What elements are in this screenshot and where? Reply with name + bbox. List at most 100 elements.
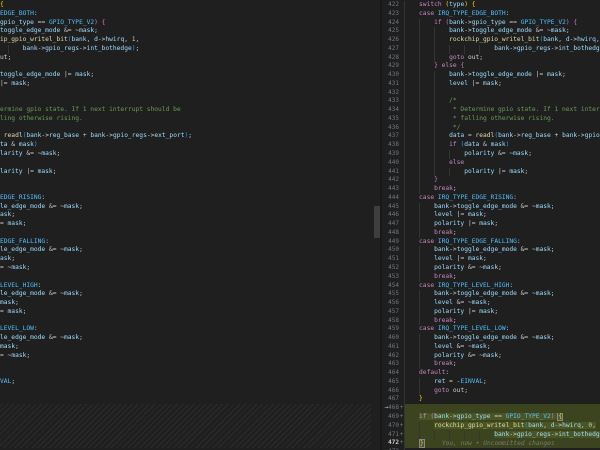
line-number[interactable]: 443	[382, 185, 399, 194]
code-line[interactable]: 434 * Determine gpio state. If 1 next in…	[382, 106, 600, 115]
code-line[interactable]: 450bank->toggle_edge_mode &= ~mask;	[382, 246, 600, 255]
code-line[interactable]: level |= mask;	[0, 80, 371, 89]
code-line[interactable]: polarity |= mask;	[0, 168, 371, 177]
code-line[interactable]: 442}	[382, 176, 600, 185]
code-content[interactable]	[0, 89, 371, 98]
code-line[interactable]: 447polarity |= mask;	[382, 220, 600, 229]
code-line[interactable]: 437 data = readl(bank->reg_base + bank->g…	[382, 132, 600, 141]
code-content[interactable]: bank->gpio_regs->int_bothedge);	[404, 431, 600, 440]
code-line[interactable]: 463break;	[382, 360, 600, 369]
code-line[interactable]: 458break;	[382, 317, 600, 326]
code-line[interactable]: 472+}You, now • Uncommitted changes	[382, 439, 600, 448]
code-content[interactable]: bank->toggle_edge_mode &= ~mask;	[0, 290, 371, 299]
code-line[interactable]: 445bank->toggle_edge_mode &= ~mask;	[382, 203, 600, 212]
line-number[interactable]: 452	[382, 264, 399, 273]
code-content[interactable]: /*	[404, 97, 600, 106]
code-line[interactable]: }	[0, 176, 371, 185]
code-content[interactable]: break;	[404, 360, 600, 369]
code-content[interactable]: level &= ~mask;	[0, 343, 371, 352]
line-number[interactable]: 426	[382, 36, 399, 45]
code-content[interactable]: bank->toggle_edge_mode &= ~mask;	[0, 27, 371, 36]
code-content[interactable]: if (data & mask)	[0, 141, 371, 150]
line-number[interactable]: 428	[382, 54, 399, 63]
code-content[interactable]: /*	[0, 97, 371, 106]
code-line[interactable]: 429} else {	[382, 62, 600, 71]
line-number[interactable]: 431	[382, 80, 399, 89]
code-content[interactable]: data = readl(bank->reg_base + bank->gpio…	[404, 132, 600, 141]
code-line[interactable]: 426rockchip_gpio_writel_bit(bank, d->hwi…	[382, 36, 600, 45]
code-line[interactable]: 431level |= mask;	[382, 80, 600, 89]
line-number[interactable]: 439	[382, 150, 399, 159]
code-line[interactable]: data = readl(bank->reg_base + bank->gpio…	[0, 132, 371, 141]
code-content[interactable]: data = readl(bank->reg_base + bank->gpio…	[0, 132, 371, 141]
code-content[interactable]: } else {	[0, 62, 371, 71]
code-line[interactable]: level |= mask;	[0, 211, 371, 220]
code-line[interactable]: polarity &= ~mask;	[0, 352, 371, 361]
code-content[interactable]: * Determine gpio state. If 1 next interr…	[0, 106, 371, 115]
line-number[interactable]: 427	[382, 45, 399, 54]
code-line[interactable]: break;	[0, 185, 371, 194]
code-content[interactable]: bank->toggle_edge_mode |= mask;	[404, 71, 600, 80]
code-line[interactable]: break;	[0, 273, 371, 282]
code-line[interactable]: bank->toggle_edge_mode &= ~mask;	[0, 334, 371, 343]
code-content[interactable]: break;	[404, 317, 600, 326]
code-line[interactable]: 454case IRQ_TYPE_LEVEL_HIGH:	[382, 282, 600, 291]
code-line[interactable]	[0, 89, 371, 98]
code-line[interactable]: break;	[0, 229, 371, 238]
code-line[interactable]: if (bank->gpio_type == GPIO_TYPE_V2) {	[0, 19, 371, 28]
code-line[interactable]: 430 bank->toggle_edge_mode |= mask;	[382, 71, 600, 80]
code-content[interactable]: polarity &= ~mask;	[0, 264, 371, 273]
code-line[interactable]: 443break;	[382, 185, 600, 194]
code-line[interactable]: level |= mask;	[0, 255, 371, 264]
line-number[interactable]: 423	[382, 10, 399, 19]
code-line[interactable]: 453break;	[382, 273, 600, 282]
code-line[interactable]: bank->toggle_edge_mode &= ~mask;	[0, 27, 371, 36]
code-line[interactable]: if (data & mask)	[0, 141, 371, 150]
code-line[interactable]: 424if (bank->gpio_type == GPIO_TYPE_V2) …	[382, 19, 600, 28]
code-content[interactable]: polarity &= ~mask;	[404, 352, 600, 361]
line-number[interactable]: 453	[382, 273, 399, 282]
code-content[interactable]: polarity |= mask;	[0, 220, 371, 229]
code-line[interactable]: case IRQ_TYPE_LEVEL_HIGH:	[0, 282, 371, 291]
line-number[interactable]: 467	[382, 395, 399, 404]
code-content[interactable]	[404, 404, 600, 413]
code-content[interactable]: bank->toggle_edge_mode &= ~mask;	[404, 27, 600, 36]
code-content[interactable]: }	[404, 176, 600, 185]
line-number[interactable]: 464	[382, 369, 399, 378]
code-content[interactable]: if (bank->gpio_type == GPIO_TYPE_V2) {	[404, 413, 600, 422]
code-content[interactable]: goto out;	[0, 387, 371, 396]
code-line[interactable]: }	[0, 395, 371, 404]
line-number[interactable]: 437	[382, 132, 399, 141]
line-number[interactable]: 430	[382, 71, 399, 80]
code-content[interactable]: }	[404, 395, 600, 404]
code-content[interactable]: else	[404, 159, 600, 168]
code-content[interactable]: break;	[0, 273, 371, 282]
code-content[interactable]: if (data & mask)	[404, 141, 600, 150]
code-content[interactable]: polarity |= mask;	[0, 308, 371, 317]
line-number[interactable]: 422	[382, 1, 399, 10]
code-content[interactable]: default:	[404, 369, 600, 378]
code-content[interactable]: rockchip_gpio_writel_bit(bank, d->hwirq,…	[404, 422, 600, 431]
code-line[interactable]: 460bank->toggle_edge_mode &= ~mask;	[382, 334, 600, 343]
code-line[interactable]: case IRQ_TYPE_EDGE_RISING:	[0, 194, 371, 203]
code-line[interactable]: else	[0, 159, 371, 168]
code-content[interactable]: bank->toggle_edge_mode &= ~mask;	[404, 290, 600, 299]
code-line[interactable]: 464 default:	[382, 369, 600, 378]
code-content[interactable]: polarity |= mask;	[404, 168, 600, 177]
code-content[interactable]: polarity &= ~mask;	[404, 264, 600, 273]
code-content[interactable]: level &= ~mask;	[0, 299, 371, 308]
code-line[interactable]: bank->toggle_edge_mode |= mask;	[0, 71, 371, 80]
code-content[interactable]: level &= ~mask;	[404, 299, 600, 308]
code-line[interactable]: 469+if (bank->gpio_type == GPIO_TYPE_V2)…	[382, 413, 600, 422]
code-line[interactable]: case IRQ_TYPE_EDGE_BOTH:	[0, 10, 371, 19]
code-content[interactable]: } else {	[404, 62, 600, 71]
line-number[interactable]: 432	[382, 89, 399, 98]
code-line[interactable]: bank->toggle_edge_mode &= ~mask;	[0, 246, 371, 255]
line-number[interactable]: 424	[382, 19, 399, 28]
code-line[interactable]: 457polarity |= mask;	[382, 308, 600, 317]
line-number[interactable]: 434	[382, 106, 399, 115]
code-content[interactable]: }	[0, 176, 371, 185]
code-content[interactable]: case IRQ_TYPE_EDGE_FALLING:	[0, 238, 371, 247]
code-line[interactable]: goto out;	[0, 387, 371, 396]
code-line[interactable]: 422switch (type) {	[382, 1, 600, 10]
